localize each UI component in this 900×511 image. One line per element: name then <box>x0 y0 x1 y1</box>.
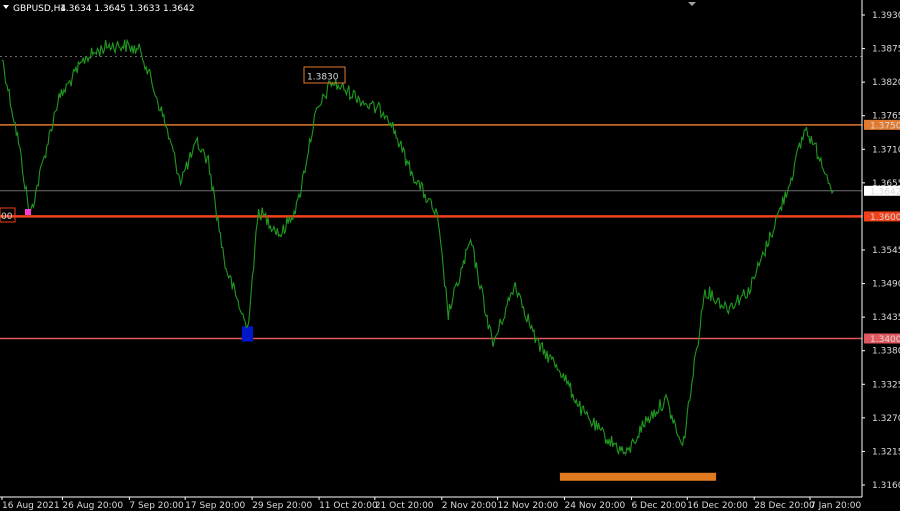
price-annotation-label: 1.3830 <box>307 73 339 83</box>
x-tick-label: 7 Jan 20:00 <box>810 501 862 511</box>
annotations-layer: 1.3830 00 <box>0 66 346 223</box>
blue-zone <box>241 326 254 342</box>
x-tick-label: 17 Sep 20:00 <box>185 501 245 511</box>
y-tick-label: 1.3215 <box>872 447 900 457</box>
zones-layer <box>241 326 717 481</box>
price-chart[interactable]: 1.39301.38751.38201.37651.37101.36551.35… <box>0 0 900 511</box>
low-marker <box>25 209 31 215</box>
y-tick-label: 1.3820 <box>872 78 900 88</box>
x-tick-label: 7 Sep 20:00 <box>129 501 184 511</box>
level-price-label: 1.3400 <box>870 335 900 345</box>
y-tick-label: 1.3380 <box>872 347 900 357</box>
y-tick-label: 1.3710 <box>872 145 900 155</box>
x-tick-label: 6 Dec 20:00 <box>631 501 686 511</box>
x-tick-label: 28 Dec 20:00 <box>754 501 815 511</box>
chart-header: GBPUSD,H4 1.3634 1.3645 1.3633 1.3642 <box>3 4 195 14</box>
x-tick-label: 16 Aug 2021 <box>2 501 60 511</box>
ohlc-values: 1.3634 1.3645 1.3633 1.3642 <box>60 4 195 14</box>
dropdown-triangle-icon[interactable] <box>3 5 9 9</box>
levels-layer <box>0 56 862 340</box>
x-tick-label: 29 Sep 20:00 <box>252 501 312 511</box>
level-annotation-label: 00 <box>1 212 13 222</box>
y-tick-label: 1.3490 <box>872 280 900 290</box>
x-tick-label: 2 Nov 20:00 <box>442 501 497 511</box>
y-tick-label: 1.3325 <box>872 380 900 390</box>
x-tick-label: 16 Dec 20:00 <box>687 501 748 511</box>
price-series-line <box>1 38 834 456</box>
x-tick-label: 12 Nov 20:00 <box>498 501 559 511</box>
x-tick-label: 26 Aug 20:00 <box>62 501 123 511</box>
orange-zone <box>559 472 717 481</box>
level-price-label: 1.3750 <box>870 121 900 131</box>
y-tick-label: 1.3930 <box>872 11 900 21</box>
x-tick-label: 11 Oct 20:00 <box>319 501 378 511</box>
price-layer <box>1 38 834 456</box>
y-tick-label: 1.3875 <box>872 45 900 55</box>
level-price-label: 1.3600 <box>870 213 900 223</box>
shift-marker-icon[interactable] <box>688 2 696 6</box>
y-tick-label: 1.3545 <box>872 246 900 256</box>
y-tick-label: 1.3160 <box>872 481 900 491</box>
y-tick-label: 1.3270 <box>872 414 900 424</box>
x-tick-label: 24 Nov 20:00 <box>565 501 626 511</box>
x-tick-label: 21 Oct 20:00 <box>375 501 434 511</box>
current-price-label: 1.3642 <box>870 187 900 197</box>
y-tick-label: 1.3435 <box>872 313 900 323</box>
symbol-label: GBPUSD,H4 <box>13 4 66 14</box>
